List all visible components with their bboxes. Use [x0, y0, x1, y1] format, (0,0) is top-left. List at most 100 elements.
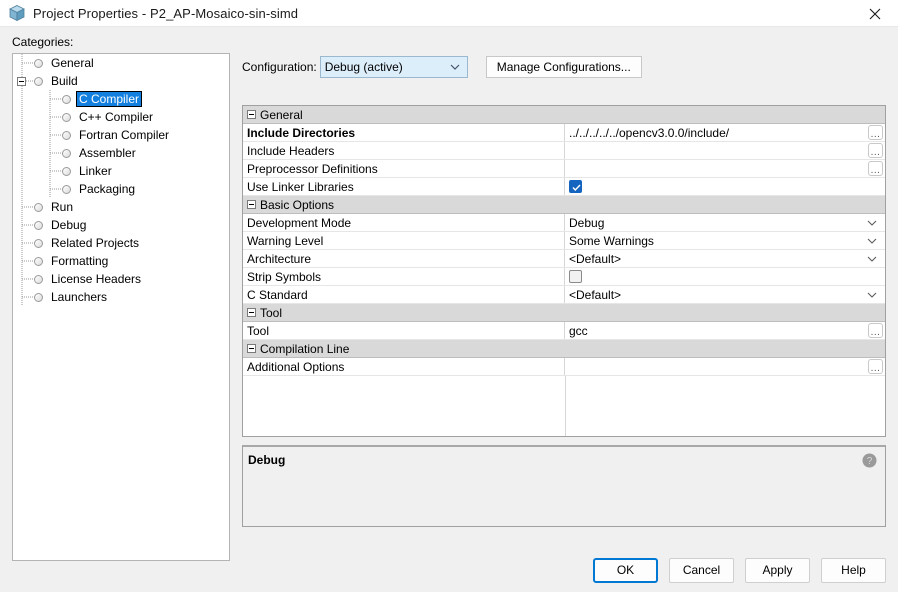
- grid-row-name: Use Linker Libraries: [243, 178, 565, 195]
- chevron-down-icon: [867, 238, 877, 244]
- browse-ellipsis-button-include-headers[interactable]: ...: [868, 143, 883, 158]
- tree-item-label: Formatting: [51, 254, 109, 268]
- help-button[interactable]: Help: [821, 557, 886, 583]
- section-collapse-toggle-icon[interactable]: [247, 344, 256, 353]
- grid-row-value-additional-options[interactable]: ...: [565, 358, 885, 375]
- tree-connector-icon: [21, 252, 35, 270]
- browse-ellipsis-button-preprocessor-definitions[interactable]: ...: [868, 161, 883, 176]
- tree-item-label: Packaging: [79, 182, 136, 196]
- grid-row-c-standard[interactable]: C Standard <Default>: [243, 286, 885, 304]
- grid-section-basic-options[interactable]: Basic Options: [243, 196, 885, 214]
- help-button-label: Help: [841, 563, 866, 577]
- categories-label: Categories:: [12, 35, 74, 49]
- browse-ellipsis-button-tool[interactable]: ...: [868, 323, 883, 338]
- tree-item-launchers[interactable]: Launchers: [13, 288, 229, 306]
- tree-item-assembler[interactable]: Assembler: [13, 144, 229, 162]
- grid-row-value-tool[interactable]: gcc...: [565, 322, 885, 339]
- grid-row-name: Warning Level: [243, 232, 565, 249]
- tree-expander-slot: [17, 76, 28, 86]
- cancel-button[interactable]: Cancel: [669, 557, 734, 583]
- tree-node-bullet-icon: [34, 76, 43, 86]
- tree-item-packaging[interactable]: Packaging: [13, 180, 229, 198]
- grid-row-value-warning-level[interactable]: Some Warnings: [565, 232, 885, 249]
- grid-row-value-c-standard[interactable]: <Default>: [565, 286, 885, 303]
- help-question-icon[interactable]: ?: [862, 453, 877, 468]
- chevron-down-icon: [450, 64, 460, 70]
- section-collapse-toggle-icon[interactable]: [247, 110, 256, 119]
- browse-ellipsis-button-additional-options[interactable]: ...: [868, 359, 883, 374]
- tree-item-fortran-compiler[interactable]: Fortran Compiler: [13, 126, 229, 144]
- apply-button[interactable]: Apply: [745, 557, 810, 583]
- configuration-select[interactable]: Debug (active): [319, 56, 468, 78]
- tree-item-build[interactable]: Build: [13, 72, 229, 90]
- tree-node-bullet-icon: [34, 238, 43, 248]
- tree-connector-icon: [21, 216, 35, 234]
- section-collapse-toggle-icon[interactable]: [247, 308, 256, 317]
- tree-connector-icon: [49, 108, 63, 126]
- tree-item-label: Assembler: [79, 146, 136, 160]
- cancel-button-label: Cancel: [682, 563, 721, 577]
- browse-ellipsis-button-include-directories[interactable]: ...: [868, 125, 883, 140]
- section-collapse-toggle-icon[interactable]: [247, 200, 256, 209]
- description-panel: Debug ?: [242, 445, 886, 527]
- tree-item-label: Linker: [79, 164, 112, 178]
- tree-item-label: Launchers: [51, 290, 108, 304]
- tree-item-debug[interactable]: Debug: [13, 216, 229, 234]
- tree-item-c-compiler[interactable]: C Compiler: [13, 90, 229, 108]
- grid-row-include-headers[interactable]: Include Headers...: [243, 142, 885, 160]
- tree-collapse-toggle-icon[interactable]: [17, 76, 26, 86]
- grid-row-warning-level[interactable]: Warning Level Some Warnings: [243, 232, 885, 250]
- grid-row-value-preprocessor-definitions[interactable]: ...: [565, 160, 885, 177]
- tree-connector-icon: [49, 126, 63, 144]
- tree-item-run[interactable]: Run: [13, 198, 229, 216]
- checkbox-use-linker-libraries[interactable]: [569, 180, 582, 193]
- tree-item-label: License Headers: [51, 272, 142, 286]
- grid-section-tool[interactable]: Tool: [243, 304, 885, 322]
- check-icon: [572, 184, 581, 192]
- categories-tree[interactable]: General Build C Compiler C++ Compiler Fortra…: [12, 53, 230, 561]
- tree-item-label: Debug: [51, 218, 87, 232]
- tree-item-formatting[interactable]: Formatting: [13, 252, 229, 270]
- tree-connector-icon: [21, 270, 35, 288]
- grid-row-name: Include Directories: [243, 124, 565, 141]
- ok-button[interactable]: OK: [593, 557, 658, 583]
- grid-row-development-mode[interactable]: Development Mode Debug: [243, 214, 885, 232]
- grid-row-value-use-linker-libraries[interactable]: [565, 178, 885, 195]
- property-grid[interactable]: General Include Directories ../../../../..…: [242, 105, 886, 437]
- grid-row-value-text: <Default>: [569, 251, 622, 266]
- grid-row-value-development-mode[interactable]: Debug: [565, 214, 885, 231]
- grid-row-additional-options[interactable]: Additional Options...: [243, 358, 885, 376]
- grid-row-architecture[interactable]: Architecture <Default>: [243, 250, 885, 268]
- tree-node-bullet-icon: [62, 166, 71, 176]
- grid-row-value-architecture[interactable]: <Default>: [565, 250, 885, 267]
- close-icon: [869, 8, 881, 19]
- grid-row-tool[interactable]: Tool gcc...: [243, 322, 885, 340]
- tree-connector-icon: [49, 144, 63, 162]
- grid-row-value-include-directories[interactable]: ../../../../../opencv3.0.0/include/...: [565, 124, 885, 141]
- tree-item-label: C Compiler: [75, 91, 143, 107]
- tree-node-bullet-icon: [34, 292, 43, 302]
- description-title: Debug: [248, 453, 286, 467]
- checkbox-strip-symbols[interactable]: [569, 270, 582, 283]
- tree-item-general[interactable]: General: [13, 54, 229, 72]
- grid-row-value-strip-symbols[interactable]: [565, 268, 885, 285]
- close-button[interactable]: [852, 0, 898, 27]
- tree-item-linker[interactable]: Linker: [13, 162, 229, 180]
- manage-configurations-button[interactable]: Manage Configurations...: [485, 56, 642, 78]
- grid-row-preprocessor-definitions[interactable]: Preprocessor Definitions...: [243, 160, 885, 178]
- grid-row-include-directories[interactable]: Include Directories ../../../../../opencv…: [243, 124, 885, 142]
- grid-row-value-include-headers[interactable]: ...: [565, 142, 885, 159]
- grid-section-compilation-line[interactable]: Compilation Line: [243, 340, 885, 358]
- grid-row-strip-symbols[interactable]: Strip Symbols: [243, 268, 885, 286]
- tree-item-related-projects[interactable]: Related Projects: [13, 234, 229, 252]
- grid-row-use-linker-libraries[interactable]: Use Linker Libraries: [243, 178, 885, 196]
- tree-connector-icon: [21, 198, 35, 216]
- right-panel: Configuration: Debug (active) Manage Con…: [242, 53, 886, 561]
- grid-section-general[interactable]: General: [243, 106, 885, 124]
- grid-row-name: Include Headers: [243, 142, 565, 159]
- tree-connector-icon: [49, 162, 63, 180]
- tree-item-license-headers[interactable]: License Headers: [13, 270, 229, 288]
- tree-item-c-compiler[interactable]: C++ Compiler: [13, 108, 229, 126]
- dialog-footer: OK Cancel Apply Help: [0, 548, 898, 592]
- tree-node-bullet-icon: [62, 94, 71, 104]
